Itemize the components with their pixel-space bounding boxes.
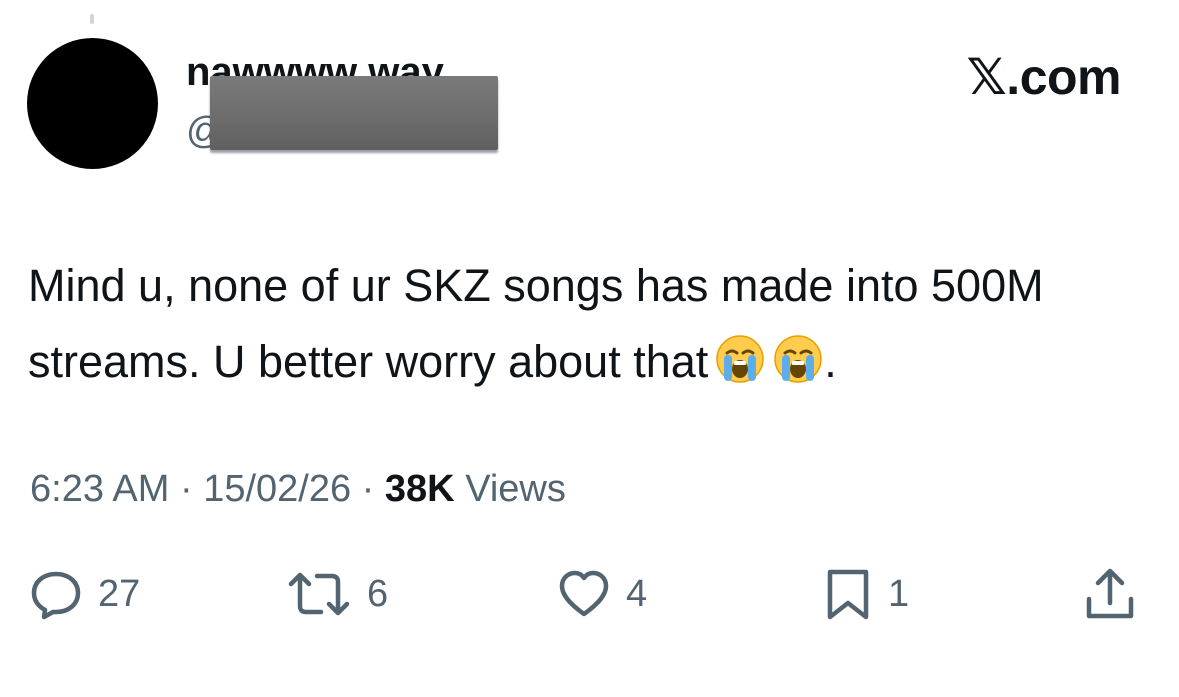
reply-icon xyxy=(31,571,81,620)
like-count: 4 xyxy=(626,573,648,615)
tweet-text-tail: . xyxy=(824,336,837,387)
tweet-date[interactable]: 15/02/26 xyxy=(203,468,351,510)
views-count[interactable]: 38K xyxy=(385,468,455,510)
like-button[interactable]: 4 xyxy=(556,562,647,626)
share-button[interactable] xyxy=(1081,562,1139,626)
tweet-time[interactable]: 6:23 AM xyxy=(30,468,169,510)
bookmark-icon xyxy=(827,569,869,620)
like-icon xyxy=(559,570,609,617)
crying-face-emoji-icon xyxy=(716,335,765,383)
site-logo: 𝕏.com xyxy=(966,49,1122,105)
crying-face-emoji-icon xyxy=(774,335,823,383)
reply-count: 27 xyxy=(98,573,141,615)
tweet-meta: 6:23 AM · 15/02/26 · 38K Views xyxy=(30,470,566,508)
bookmark-button[interactable]: 1 xyxy=(822,562,909,626)
bookmark-count: 1 xyxy=(888,573,910,615)
repost-button[interactable]: 6 xyxy=(285,562,388,626)
repost-icon xyxy=(288,572,350,616)
redaction-box xyxy=(210,76,498,150)
share-icon xyxy=(1086,568,1134,619)
tweet-text: Mind u, none of ur SKZ songs has made in… xyxy=(28,248,1148,400)
meta-separator: · xyxy=(351,468,385,510)
meta-separator: · xyxy=(169,468,204,510)
reply-button[interactable]: 27 xyxy=(28,562,140,626)
status-dot xyxy=(90,14,94,24)
repost-count: 6 xyxy=(367,573,389,615)
tweet-text-body: Mind u, none of ur SKZ songs has made in… xyxy=(28,260,1044,387)
views-label: Views xyxy=(465,468,566,510)
action-bar: 27 6 4 1 xyxy=(0,562,1179,626)
avatar[interactable] xyxy=(27,38,158,169)
